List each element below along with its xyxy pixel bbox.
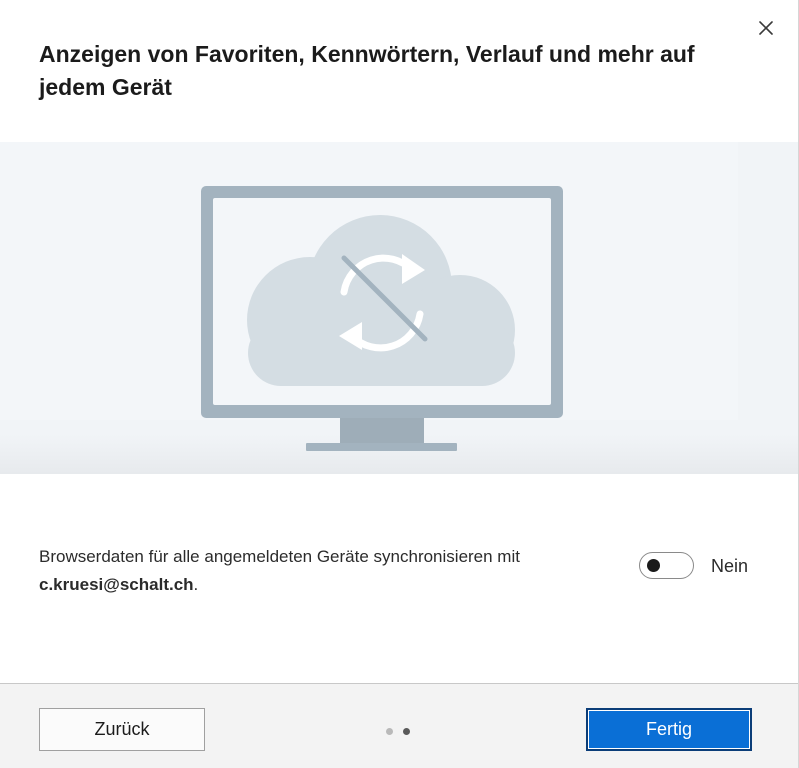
dialog-title: Anzeigen von Favoriten, Kennwörtern, Ver… (39, 41, 695, 100)
sync-description: Browserdaten für alle angemeldeten Gerät… (39, 543, 559, 599)
sync-toggle-state-label: Nein (711, 556, 749, 576)
sync-dialog: Anzeigen von Favoriten, Kennwörtern, Ver… (0, 0, 799, 768)
close-button[interactable] (752, 14, 780, 42)
monitor-neck (340, 418, 424, 444)
page-indicator (386, 728, 410, 735)
monitor-base (306, 443, 457, 451)
sync-description-text: Browserdaten für alle angemeldeten Gerät… (39, 547, 520, 566)
back-button[interactable]: Zurück (39, 708, 205, 751)
illustration-panel (0, 142, 798, 474)
sync-description-suffix: . (193, 575, 199, 594)
dialog-footer: Zurück Fertig (0, 683, 798, 768)
account-email: c.kruesi@schalt.ch (39, 575, 194, 594)
page-dot-1 (386, 728, 393, 735)
monitor-cloud-sync-off-illustration (201, 186, 563, 451)
close-icon (759, 21, 773, 35)
done-button[interactable]: Fertig (586, 708, 752, 751)
page-dot-2-current (403, 728, 410, 735)
sync-toggle[interactable] (639, 552, 694, 579)
sync-toggle-knob (647, 559, 660, 572)
